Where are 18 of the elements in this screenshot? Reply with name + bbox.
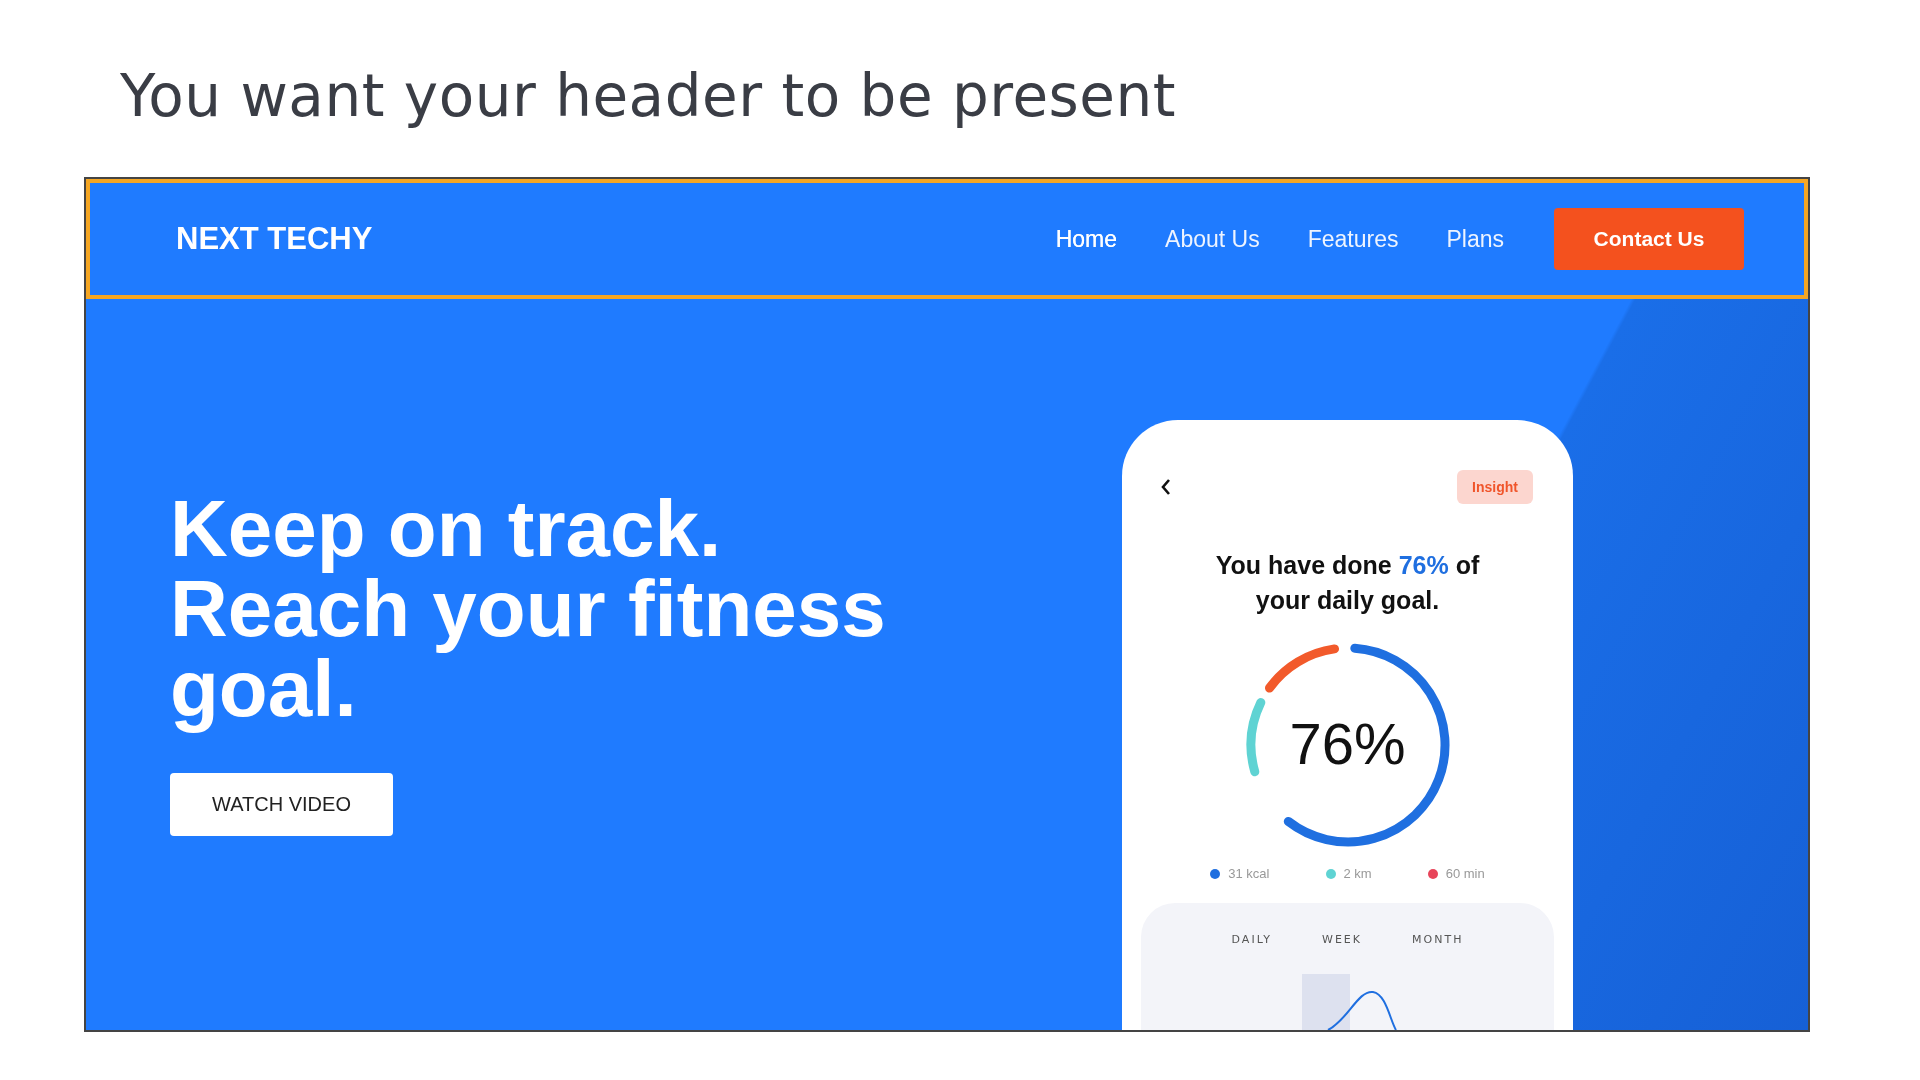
logo-text[interactable]: NEXT TECHY <box>176 221 1032 257</box>
insight-badge[interactable]: Insight <box>1457 470 1533 504</box>
nav-link[interactable]: Features <box>1283 217 1423 261</box>
watch-video-button[interactable]: WATCH VIDEO <box>170 773 393 836</box>
nav-link[interactable]: Home <box>1031 217 1142 261</box>
back-chevron-icon[interactable] <box>1160 478 1172 496</box>
slide-title: You want your header to be present <box>119 61 1177 132</box>
ring-percentage: 76% <box>1288 712 1407 776</box>
legend-label: 60 min <box>1445 866 1485 881</box>
period-tab[interactable]: DAILY <box>1231 933 1273 946</box>
legend-label: 31 kcal <box>1228 866 1270 881</box>
legend-label: 2 km <box>1343 866 1372 881</box>
nav-link[interactable]: About Us <box>1141 217 1284 261</box>
goal-message: You have done 76% of your daily goal. <box>1214 550 1481 616</box>
period-tab[interactable]: MONTH <box>1412 933 1464 946</box>
nav-link[interactable]: Plans <box>1422 217 1528 261</box>
contact-button[interactable]: Contact Us <box>1554 208 1744 270</box>
period-tab[interactable]: WEEK <box>1322 933 1363 946</box>
